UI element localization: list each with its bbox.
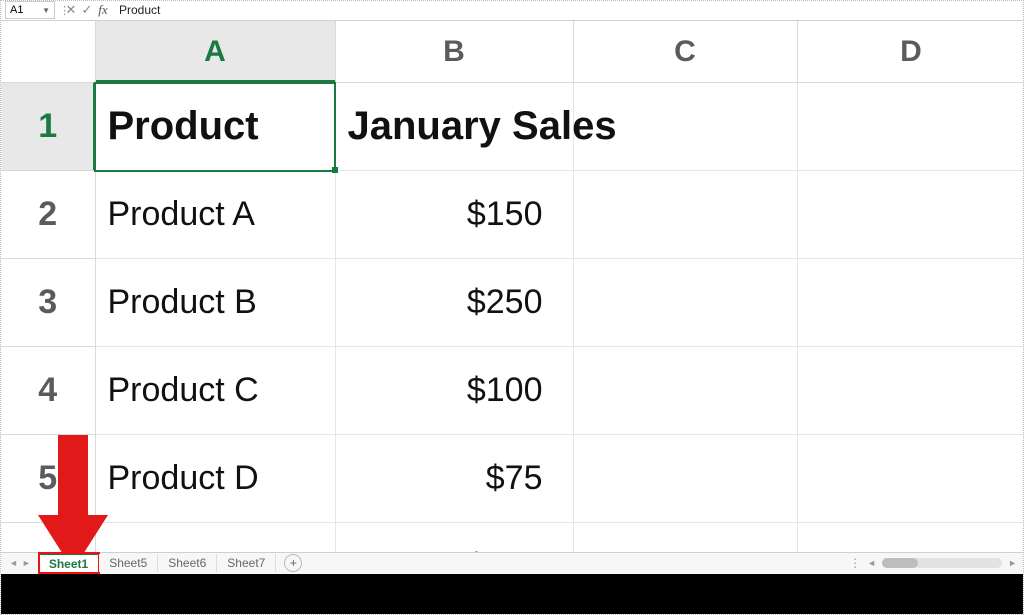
sheet-tab-1[interactable]: Sheet5 [99, 554, 158, 572]
cell-C4[interactable] [573, 347, 797, 435]
cell-A3[interactable]: Product B [95, 259, 335, 347]
cancel-icon[interactable]: ✕ [63, 2, 79, 18]
confirm-icon[interactable]: ✓ [79, 2, 95, 18]
cell-D3[interactable] [797, 259, 1023, 347]
cell-B4[interactable]: $100 [335, 347, 573, 435]
cell-B3[interactable]: $250 [335, 259, 573, 347]
cell-C5[interactable] [573, 435, 797, 523]
sheet-nav-next-icon[interactable]: ► [20, 558, 33, 568]
cell-A6[interactable]: Product E [95, 523, 335, 552]
separator: ⋮ [55, 4, 63, 17]
new-sheet-button[interactable]: + [284, 554, 302, 572]
formula-bar: A1 ▼ ⋮ ✕ ✓ fx Product [1, 1, 1023, 21]
cell-D5[interactable] [797, 435, 1023, 523]
cell-C2[interactable] [573, 171, 797, 259]
cell-D6[interactable] [797, 523, 1023, 552]
row-header-4[interactable]: 4 [1, 347, 95, 435]
cell-D4[interactable] [797, 347, 1023, 435]
sheet-nav-prev-icon[interactable]: ◄ [7, 558, 20, 568]
cell-B1[interactable]: January Sales [335, 83, 573, 171]
cell-C3[interactable] [573, 259, 797, 347]
row-header-5[interactable]: 5 [1, 435, 95, 523]
sheet-tab-bar: ◄ ► Sheet1 Sheet5 Sheet6 Sheet7 + ⋮ ◄ ► [1, 552, 1023, 574]
scroll-right-icon[interactable]: ► [1008, 558, 1017, 568]
cell-A2[interactable]: Product A [95, 171, 335, 259]
column-header-D[interactable]: D [797, 21, 1023, 83]
cell-D1[interactable] [797, 83, 1023, 171]
cells-table: A B C D 1 Product January Sales 2 Produc… [1, 21, 1023, 552]
sheet-tab-2[interactable]: Sheet6 [158, 554, 217, 572]
column-header-A[interactable]: A [95, 21, 335, 83]
name-box-value: A1 [10, 4, 23, 16]
cell-D2[interactable] [797, 171, 1023, 259]
scrollbar-thumb[interactable] [882, 558, 918, 568]
plus-icon: + [290, 556, 297, 570]
column-header-B[interactable]: B [335, 21, 573, 83]
cell-A1[interactable]: Product [95, 83, 335, 171]
sheet-tab-0[interactable]: Sheet1 [39, 553, 99, 573]
spreadsheet-grid: A B C D 1 Product January Sales 2 Produc… [1, 21, 1023, 552]
cell-B5[interactable]: $75 [335, 435, 573, 523]
name-box[interactable]: A1 ▼ [5, 1, 55, 19]
sheet-tab-3[interactable]: Sheet7 [217, 554, 276, 572]
select-all-corner[interactable] [1, 21, 95, 83]
bottom-blank-region [1, 574, 1023, 614]
fx-icon[interactable]: fx [95, 2, 111, 18]
cell-A4[interactable]: Product C [95, 347, 335, 435]
cell-B6[interactable]: $200 [335, 523, 573, 552]
row-header-1[interactable]: 1 [1, 83, 95, 171]
sheet-nav: ◄ ► [1, 558, 39, 568]
horizontal-scrollbar[interactable] [882, 558, 1002, 568]
tab-bar-menu-icon[interactable]: ⋮ [849, 556, 861, 570]
column-header-C[interactable]: C [573, 21, 797, 83]
cell-A5[interactable]: Product D [95, 435, 335, 523]
formula-input[interactable]: Product [111, 3, 160, 17]
row-header-3[interactable]: 3 [1, 259, 95, 347]
scroll-left-icon[interactable]: ◄ [867, 558, 876, 568]
cell-C6[interactable] [573, 523, 797, 552]
chevron-down-icon[interactable]: ▼ [42, 6, 50, 15]
cell-B2[interactable]: $150 [335, 171, 573, 259]
row-header-2[interactable]: 2 [1, 171, 95, 259]
row-header-6[interactable]: 6 [1, 523, 95, 552]
